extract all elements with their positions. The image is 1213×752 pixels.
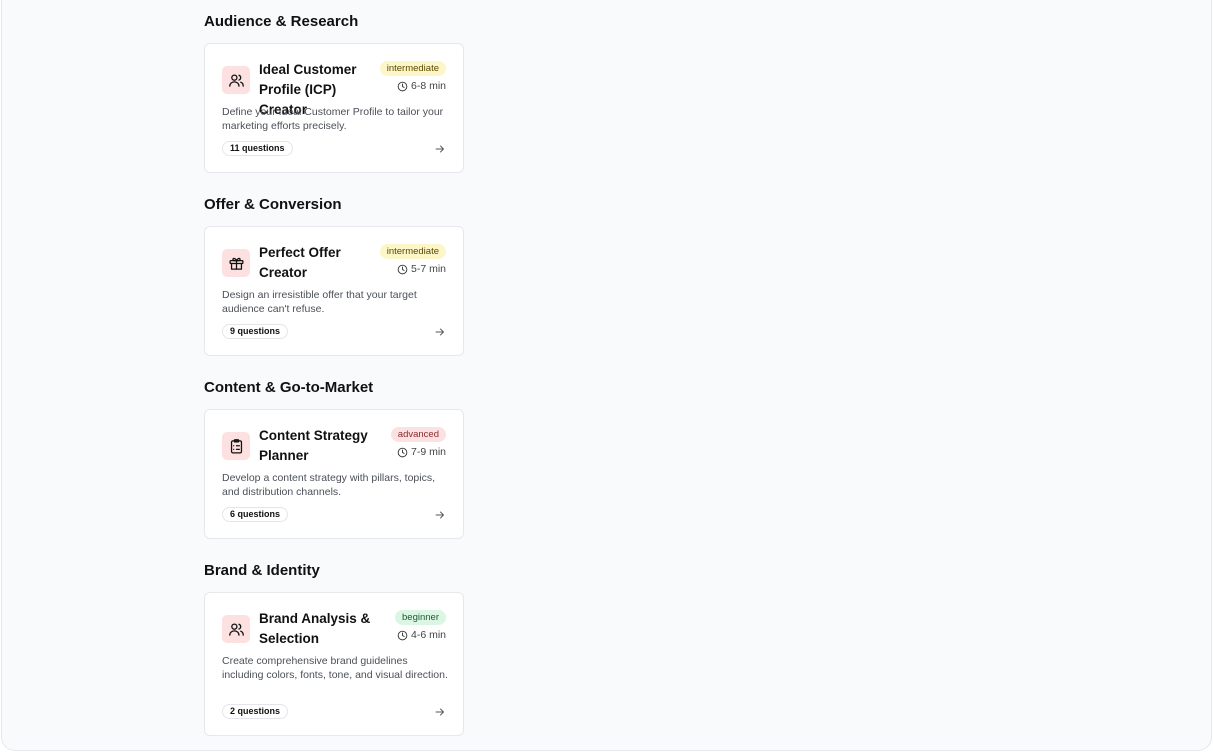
card-description: Define your Ideal Customer Profile to ta… — [222, 106, 444, 132]
difficulty-badge: advanced — [390, 427, 446, 442]
tool-card-brand-analysis[interactable]: Brand Analysis & Selection beginner 4-6 … — [204, 592, 464, 736]
questions-badge: 6 questions — [222, 507, 289, 522]
arrow-right-icon[interactable] — [434, 143, 446, 155]
questions-badge: 2 questions — [222, 704, 289, 719]
clock-icon — [397, 264, 408, 274]
questions-badge: 9 questions — [222, 324, 289, 339]
card-title: Content Strategy Planner — [259, 428, 368, 463]
tool-card-perfect-offer[interactable]: Perfect Offer Creator intermediate 5-7 m… — [204, 226, 464, 356]
tool-card-icp-creator[interactable]: Ideal Customer Profile (ICP) Creator int… — [204, 43, 464, 173]
section-title-offer-conversion: Offer & Conversion — [204, 196, 342, 213]
duration-label: 4-6 min — [410, 629, 446, 641]
duration: 7-9 min — [397, 445, 446, 459]
clock-icon — [397, 447, 408, 457]
page-frame: Audience & Research Ideal Customer Profi… — [1, 0, 1212, 751]
section-title-brand-identity: Brand & Identity — [204, 562, 320, 579]
duration-label: 7-9 min — [410, 446, 446, 458]
card-description: Create comprehensive brand guidelines in… — [222, 655, 448, 681]
users-icon — [222, 66, 250, 94]
difficulty-badge: intermediate — [379, 244, 446, 259]
duration: 4-6 min — [397, 628, 446, 642]
card-title: Brand Analysis & Selection — [259, 611, 371, 646]
arrow-right-icon[interactable] — [434, 509, 446, 521]
clock-icon — [397, 81, 408, 91]
card-description: Design an irresistible offer that your t… — [222, 289, 417, 315]
difficulty-badge: intermediate — [379, 61, 446, 76]
users-icon — [222, 615, 250, 643]
difficulty-badge: beginner — [395, 610, 446, 625]
tool-card-content-strategy[interactable]: Content Strategy Planner advanced 7-9 mi… — [204, 409, 464, 539]
duration-label: 5-7 min — [410, 263, 446, 275]
gift-icon — [222, 249, 250, 277]
arrow-right-icon[interactable] — [434, 326, 446, 338]
section-title-content-go-to-market: Content & Go-to-Market — [204, 379, 374, 396]
clipboard-list-icon — [222, 432, 250, 460]
section-title-audience-research: Audience & Research — [204, 13, 359, 30]
clock-icon — [397, 630, 408, 640]
questions-badge: 11 questions — [222, 141, 293, 156]
duration: 6-8 min — [397, 79, 446, 93]
arrow-right-icon[interactable] — [434, 706, 446, 718]
card-description: Develop a content strategy with pillars,… — [222, 472, 436, 498]
duration: 5-7 min — [397, 262, 446, 276]
duration-label: 6-8 min — [410, 80, 446, 92]
card-title: Perfect Offer Creator — [259, 245, 341, 280]
